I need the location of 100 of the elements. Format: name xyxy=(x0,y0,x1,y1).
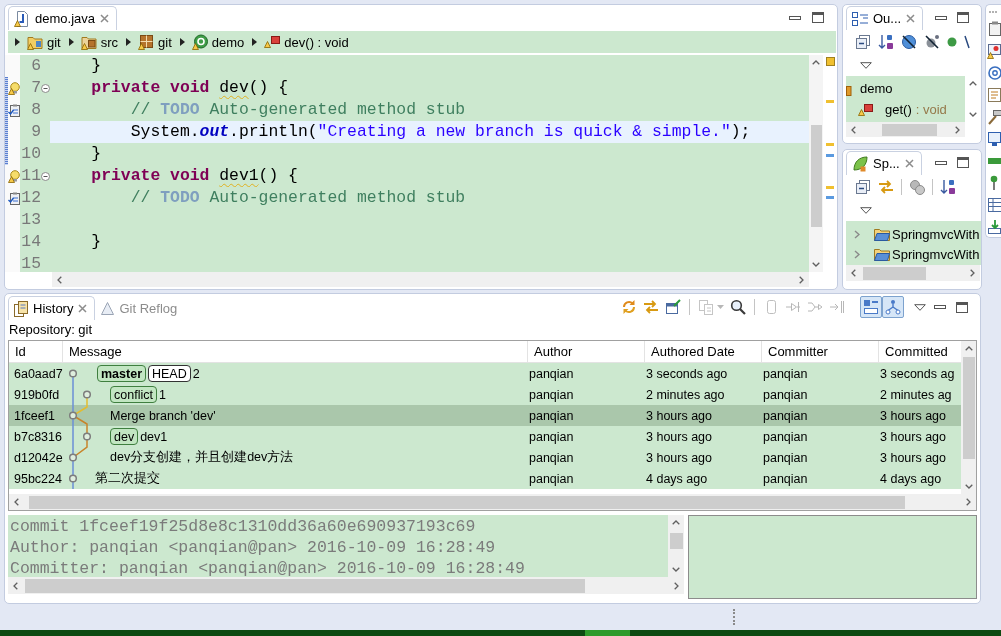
dot-icon[interactable] xyxy=(947,37,957,47)
column-header[interactable]: Author xyxy=(528,341,645,362)
minimize-icon[interactable] xyxy=(789,15,801,20)
horizontal-scrollbar[interactable] xyxy=(52,272,809,287)
scroll-right-icon[interactable] xyxy=(966,498,971,506)
scroll-down-icon[interactable] xyxy=(969,112,977,117)
maximize-icon[interactable] xyxy=(957,12,969,23)
breadcrumb-item[interactable]: git xyxy=(138,34,173,50)
scroll-down-icon[interactable] xyxy=(672,567,680,572)
minimize-icon[interactable] xyxy=(934,305,946,309)
scroll-up-icon[interactable] xyxy=(672,520,680,525)
column-header[interactable]: Id xyxy=(9,341,63,362)
collapse-all-icon[interactable] xyxy=(855,34,871,50)
commit-row[interactable]: 1fceef1 Merge branch 'dev' panqian 3 hours ago panqian 3 hours ago xyxy=(9,405,961,426)
sort-icon[interactable] xyxy=(940,179,956,195)
ring-icon[interactable] xyxy=(987,65,1001,81)
view-menu-icon[interactable] xyxy=(914,303,926,311)
breadcrumb-arrow-icon[interactable] xyxy=(179,38,185,46)
scroll-left-icon[interactable] xyxy=(57,275,62,284)
chevron-right-icon[interactable] xyxy=(854,249,860,259)
close-icon[interactable] xyxy=(78,304,88,313)
scroll-up-icon[interactable] xyxy=(964,346,973,351)
scroll-left-icon[interactable] xyxy=(851,269,856,277)
view-tab[interactable]: Git Reflog xyxy=(95,296,186,320)
scroll-right-icon[interactable] xyxy=(674,581,679,590)
breadcrumb-item[interactable]: git xyxy=(27,34,62,50)
scrollbar-thumb[interactable] xyxy=(810,125,822,227)
slashed-dot-icon[interactable] xyxy=(924,34,940,50)
commit-row[interactable]: 95bc224 第二次提交 panqian 4 days ago panqian 4 days ago xyxy=(9,468,961,489)
commit-row[interactable]: d12042e dev分支创建，并且创建dev方法 panqian 3 hours ago panqian 3 hours ago xyxy=(9,447,961,468)
scroll-right-icon[interactable] xyxy=(955,125,960,134)
horizontal-scrollbar[interactable] xyxy=(8,577,684,594)
vertical-scrollbar[interactable] xyxy=(961,341,976,494)
commit-row[interactable]: 919b0fd conflict 1 panqian 2 minutes ago panqian 2 minutes ag xyxy=(9,384,961,405)
scrollbar-thumb[interactable] xyxy=(669,533,683,549)
code-editor[interactable] xyxy=(5,55,809,272)
scroll-down-icon[interactable] xyxy=(812,262,820,267)
breadcrumb-item[interactable]: src xyxy=(80,34,120,50)
scrollbar-thumb[interactable] xyxy=(863,266,926,280)
clipboard-icon[interactable] xyxy=(987,21,1001,37)
scrollbar-thumb[interactable] xyxy=(25,578,585,593)
column-header[interactable]: Committer xyxy=(762,341,879,362)
view-tab[interactable]: History xyxy=(8,296,96,320)
vertical-scrollbar[interactable] xyxy=(809,55,823,272)
scroll-left-icon[interactable] xyxy=(13,581,18,590)
slashed-circle-icon[interactable] xyxy=(901,34,917,50)
editor-tab[interactable]: demo.java xyxy=(8,6,117,30)
slash-icon[interactable] xyxy=(964,35,970,49)
breadcrumb-arrow-icon[interactable] xyxy=(68,38,74,46)
download-icon[interactable] xyxy=(987,219,1001,235)
minimize-icon[interactable] xyxy=(935,160,947,165)
scroll-down-icon[interactable] xyxy=(964,484,973,489)
scrollbar-thumb[interactable] xyxy=(962,357,975,459)
scroll-left-icon[interactable] xyxy=(851,125,856,134)
view-menu-icon[interactable] xyxy=(860,206,872,214)
horizontal-scrollbar[interactable] xyxy=(9,494,976,510)
minimize-icon[interactable] xyxy=(935,15,947,20)
breadcrumb-item[interactable]: dev() : void xyxy=(264,34,350,50)
view-menu-icon[interactable] xyxy=(860,61,872,69)
horizontal-scrollbar[interactable] xyxy=(846,265,980,281)
scrollbar-thumb[interactable] xyxy=(29,495,905,509)
maximize-icon[interactable] xyxy=(956,301,968,313)
document-lines-icon[interactable] xyxy=(987,87,1001,103)
horizontal-scrollbar[interactable] xyxy=(846,122,965,137)
collapse-icon[interactable] xyxy=(41,83,50,93)
scroll-up-icon[interactable] xyxy=(812,60,820,65)
scroll-up-icon[interactable] xyxy=(969,81,977,86)
spring-explorer-tab[interactable]: Sp... xyxy=(846,151,922,175)
close-icon[interactable] xyxy=(100,14,109,23)
circles-icon[interactable] xyxy=(909,179,925,195)
scroll-right-icon[interactable] xyxy=(970,269,975,277)
commit-row[interactable]: b7c8316 dev dev1 panqian 3 hours ago panqian 3 hours ago xyxy=(9,426,961,447)
breadcrumb-item[interactable]: demo xyxy=(191,34,246,50)
commit-row[interactable]: 6a0aad7 master HEAD 2 panqian 3 seconds ago panqian 3 seconds ag xyxy=(9,363,961,384)
column-header[interactable]: Authored Date xyxy=(645,341,762,362)
chevron-right-icon[interactable] xyxy=(854,229,860,239)
maximize-icon[interactable] xyxy=(812,12,824,23)
column-header[interactable]: Message xyxy=(63,341,528,362)
vertical-scrollbar[interactable] xyxy=(668,515,684,577)
breadcrumb-arrow-icon[interactable] xyxy=(126,38,132,46)
tree-item[interactable]: get() : void xyxy=(846,99,965,120)
collapse-icon[interactable] xyxy=(41,171,50,181)
tree-item[interactable]: demo xyxy=(846,78,965,99)
scroll-right-icon[interactable] xyxy=(799,275,804,284)
tree-item[interactable]: SpringmvcWith xyxy=(846,224,981,244)
hammer-icon[interactable] xyxy=(987,109,1001,125)
collapse-all-icon[interactable] xyxy=(855,179,871,195)
breadcrumb-arrow-icon[interactable] xyxy=(15,38,20,46)
maximize-icon[interactable] xyxy=(957,157,969,168)
outline-tab[interactable]: Ou... xyxy=(846,6,924,30)
scroll-left-icon[interactable] xyxy=(14,498,19,506)
monitor-icon[interactable] xyxy=(987,131,1001,147)
scrollbar-thumb[interactable] xyxy=(882,123,937,136)
tree-item[interactable]: SpringmvcWith xyxy=(846,244,981,264)
close-icon[interactable] xyxy=(904,159,914,168)
sort-icon[interactable] xyxy=(878,34,894,50)
breadcrumb-arrow-icon[interactable] xyxy=(252,38,258,46)
close-icon[interactable] xyxy=(906,14,916,23)
table-icon[interactable] xyxy=(987,197,1001,213)
window-alert-icon[interactable] xyxy=(987,43,1001,59)
